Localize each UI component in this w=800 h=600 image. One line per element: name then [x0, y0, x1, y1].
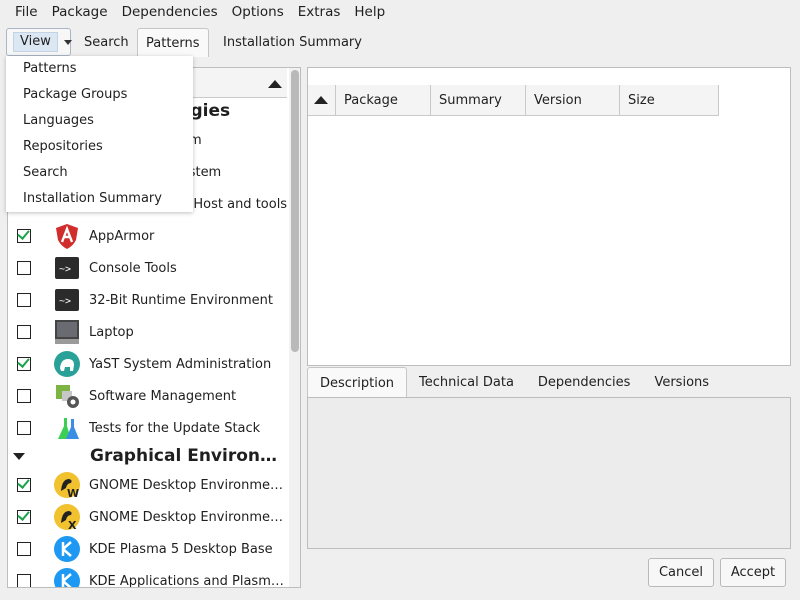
- pattern-label: Laptop: [89, 324, 134, 340]
- pattern-row-gnome-x11[interactable]: X GNOME Desktop Environment (…: [8, 501, 288, 533]
- accept-button[interactable]: Accept: [720, 558, 786, 587]
- svg-text:~>: ~>: [59, 264, 71, 275]
- column-header-package[interactable]: Package: [336, 85, 431, 116]
- pattern-label: AppArmor: [89, 228, 155, 244]
- patterns-scrollbar-thumb[interactable]: [291, 70, 299, 352]
- tab-installation-summary[interactable]: Installation Summary: [215, 28, 370, 57]
- view-dropdown-menu: Patterns Package Groups Languages Reposi…: [6, 56, 193, 212]
- pattern-row-32bit-runtime[interactable]: ~> 32-Bit Runtime Environment: [8, 284, 288, 316]
- pattern-label: 32-Bit Runtime Environment: [89, 292, 273, 308]
- pattern-row-kde-applications[interactable]: KDE Applications and Plasma 5…: [8, 565, 288, 588]
- pattern-row-yast[interactable]: YaST System Administration: [8, 348, 288, 380]
- pattern-checkbox[interactable]: [17, 325, 31, 339]
- pattern-checkbox[interactable]: [17, 389, 31, 403]
- pattern-checkbox[interactable]: [17, 357, 31, 371]
- kde-icon: [53, 535, 81, 563]
- view-menu-item-search[interactable]: Search: [6, 160, 193, 186]
- menu-package[interactable]: Package: [45, 0, 115, 24]
- flask-icon: [53, 414, 81, 442]
- package-table-header: Package Summary Version Size: [308, 85, 719, 116]
- detail-tabs: Description Technical Data Dependencies …: [307, 367, 721, 398]
- pattern-row-laptop[interactable]: Laptop: [8, 316, 288, 348]
- tab-technical-data[interactable]: Technical Data: [407, 367, 526, 398]
- pattern-checkbox[interactable]: [17, 574, 31, 587]
- tab-search[interactable]: Search: [76, 28, 137, 57]
- apparmor-icon: [53, 222, 81, 250]
- view-button[interactable]: View: [6, 28, 72, 56]
- pattern-label: ystem: [181, 164, 222, 180]
- laptop-icon: [53, 318, 81, 346]
- view-menu-item-patterns[interactable]: Patterns: [6, 56, 193, 82]
- pattern-checkbox[interactable]: [17, 261, 31, 275]
- pattern-label: em: [181, 133, 281, 148]
- pattern-row-tests-update-stack[interactable]: Tests for the Update Stack: [8, 412, 288, 444]
- menu-dependencies[interactable]: Dependencies: [115, 0, 225, 24]
- column-header-version[interactable]: Version: [526, 85, 620, 116]
- view-menu-item-package-groups[interactable]: Package Groups: [6, 82, 193, 108]
- sort-ascending-icon: [268, 80, 282, 88]
- pattern-label: GNOME Desktop Environment (…: [89, 509, 285, 525]
- column-header-size[interactable]: Size: [620, 85, 719, 116]
- menubar: File Package Dependencies Options Extras…: [0, 0, 800, 24]
- cancel-button[interactable]: Cancel: [648, 558, 714, 587]
- tab-patterns[interactable]: Patterns: [137, 28, 209, 57]
- pattern-checkbox[interactable]: [17, 542, 31, 556]
- gnome-x11-icon: X: [53, 503, 81, 531]
- status-column-header[interactable]: [308, 85, 336, 116]
- pattern-label: Console Tools: [89, 260, 177, 276]
- pattern-checkbox[interactable]: [17, 421, 31, 435]
- gnome-wayland-icon: W: [53, 471, 81, 499]
- pattern-group-label: Graphical Environment…: [90, 446, 286, 466]
- pattern-row-kde-base[interactable]: KDE Plasma 5 Desktop Base: [8, 533, 288, 565]
- pattern-checkbox[interactable]: [17, 478, 31, 492]
- pattern-label: KDE Plasma 5 Desktop Base: [89, 541, 273, 557]
- terminal-icon: ~>: [53, 254, 81, 282]
- menu-extras[interactable]: Extras: [291, 0, 348, 24]
- svg-text:W: W: [67, 487, 79, 499]
- pattern-checkbox[interactable]: [17, 293, 31, 307]
- pattern-label: KDE Applications and Plasma 5…: [89, 573, 285, 588]
- description-panel: [307, 397, 791, 549]
- svg-text:X: X: [68, 519, 77, 531]
- pattern-label: YaST System Administration: [89, 356, 272, 372]
- pattern-label: GNOME Desktop Environment (…: [89, 477, 285, 493]
- view-button-label: View: [13, 32, 58, 52]
- pattern-label: n Host and tools: [181, 196, 288, 212]
- column-header-summary[interactable]: Summary: [431, 85, 526, 116]
- pattern-row-console-tools[interactable]: ~> Console Tools: [8, 252, 288, 284]
- pattern-label: Tests for the Update Stack: [89, 420, 261, 436]
- chevron-down-icon: [63, 39, 72, 45]
- menu-options[interactable]: Options: [225, 0, 291, 24]
- svg-text:~>: ~>: [59, 296, 71, 307]
- pattern-row-software-management[interactable]: Software Management: [8, 380, 288, 412]
- pattern-checkbox[interactable]: [17, 510, 31, 524]
- view-menu-item-installation-summary[interactable]: Installation Summary: [6, 186, 193, 212]
- chevron-down-icon[interactable]: [13, 452, 25, 460]
- software-management-icon: [53, 382, 81, 410]
- pattern-checkbox[interactable]: [17, 229, 31, 243]
- terminal-icon: ~>: [53, 286, 81, 314]
- view-menu-item-repositories[interactable]: Repositories: [6, 134, 193, 160]
- pattern-group-graphical-environments[interactable]: Graphical Environment…: [8, 441, 288, 471]
- pattern-label: Software Management: [89, 388, 237, 404]
- kde-icon: [53, 567, 81, 587]
- menu-file[interactable]: File: [8, 0, 45, 24]
- pattern-row-apparmor[interactable]: AppArmor: [8, 220, 288, 252]
- sort-ascending-icon: [314, 96, 328, 104]
- package-table[interactable]: Package Summary Version Size: [307, 67, 791, 366]
- pattern-row-gnome-wayland[interactable]: W GNOME Desktop Environment (…: [8, 469, 288, 501]
- menu-help[interactable]: Help: [347, 0, 392, 24]
- tab-dependencies[interactable]: Dependencies: [526, 367, 643, 398]
- view-menu-item-languages[interactable]: Languages: [6, 108, 193, 134]
- tab-versions[interactable]: Versions: [642, 367, 721, 398]
- yast-icon: [53, 350, 81, 378]
- tab-description[interactable]: Description: [307, 367, 408, 398]
